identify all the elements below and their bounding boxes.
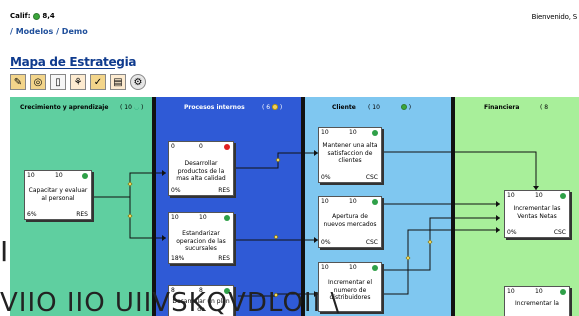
overlay-text-line: I: [0, 235, 8, 268]
calif-value: 8,4: [42, 12, 55, 20]
column-header-financiera: Financiera ( 8: [478, 97, 578, 117]
calif-indicator: Calif: 8,4: [10, 12, 55, 20]
column-count: ( 8: [540, 103, 549, 111]
column-divider: [301, 97, 305, 316]
objective-mantener[interactable]: 10 10 Mantener una alta satisfaccion de c…: [318, 127, 382, 183]
column-title: Crecimiento y aprendizaje: [20, 103, 109, 111]
page-title: Mapa de Estrategia: [10, 55, 137, 69]
status-icon: [560, 193, 566, 199]
column-divider: [451, 97, 455, 316]
welcome-text: Bienvenido, S: [531, 13, 578, 21]
objective-estandarizar[interactable]: 10 10 Estandarizar operacion de las sucur…: [168, 212, 234, 264]
toolbar: ✎ ◎ ▯ ⚘ ✓ ▤ ⚙: [10, 74, 146, 90]
objective-incrementar-la[interactable]: 10 10 Incrementar la: [504, 286, 570, 316]
strategy-map-page: Calif: 8,4 Bienvenido, S / Modelos / Dem…: [0, 0, 579, 316]
column-header-procesos: Procesos internos ( 6 ): [178, 97, 300, 117]
column-divider: [152, 97, 156, 316]
target-icon[interactable]: ◎: [30, 74, 46, 90]
status-icon: [372, 265, 378, 271]
initiative-icon[interactable]: ✓: [90, 74, 106, 90]
pdf-icon[interactable]: ▤: [110, 74, 126, 90]
status-icon: [372, 130, 378, 136]
column-header-cliente: Cliente ( 10 ): [326, 97, 450, 117]
new-objective-icon[interactable]: ✎: [10, 74, 26, 90]
objective-incrementar-ventas[interactable]: 10 10 Incrementar las Ventas Netas 0% CSC: [504, 190, 570, 238]
status-icon: [372, 199, 378, 205]
document-icon[interactable]: ▯: [50, 74, 66, 90]
column-title: Financiera: [484, 103, 520, 111]
status-icon: [560, 289, 566, 295]
settings-icon[interactable]: ⚙: [130, 74, 146, 90]
status-icon: [224, 215, 230, 221]
column-count: ( 10 ): [368, 103, 412, 111]
column-header-crecimiento: Crecimiento y aprendizaje ( 10 ◡ ): [14, 97, 150, 117]
column-count: ( 6 ): [262, 103, 283, 111]
tree-icon[interactable]: ⚘: [70, 74, 86, 90]
objective-apertura[interactable]: 10 10 Apertura de nuevos mercados 0% CSC: [318, 196, 382, 248]
column-title: Cliente: [332, 103, 356, 111]
overlay-text-line: VIIO IIO UIIVSKQVDLOII \: [0, 288, 341, 316]
column-title: Procesos internos: [184, 103, 245, 111]
calif-label: Calif:: [10, 12, 31, 20]
status-dot-icon: [32, 12, 40, 20]
status-icon: [82, 173, 88, 179]
objective-desarrollar[interactable]: 00 Desarrollar productos de la mas alta …: [168, 141, 234, 196]
title-underline: [10, 68, 115, 69]
column-procesos: [156, 97, 301, 316]
column-count: ( 10 ◡ ): [120, 103, 144, 111]
status-icon: [224, 144, 230, 150]
objective-capacitar[interactable]: 10 10 Capacitar y evaluar al personal 6% R…: [24, 170, 92, 220]
breadcrumb[interactable]: / Modelos / Demo: [10, 27, 88, 36]
